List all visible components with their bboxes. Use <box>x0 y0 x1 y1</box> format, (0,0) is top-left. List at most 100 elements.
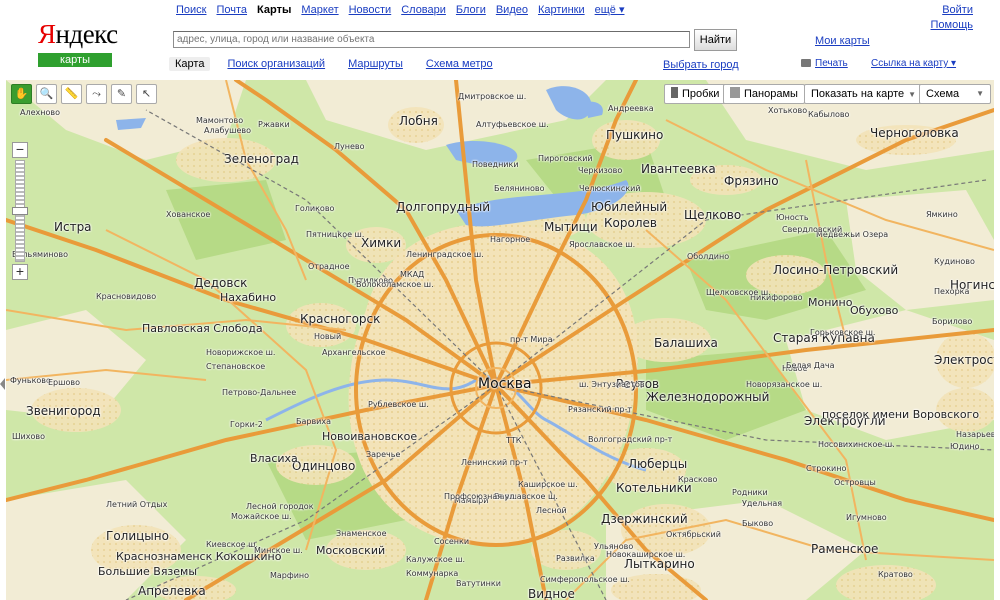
road-label: Симферопольское ш. <box>540 575 630 584</box>
city-label: Юбилейный <box>591 200 668 214</box>
road-label: Пятницкое ш. <box>306 230 365 239</box>
village-label: Пехорка <box>934 287 970 296</box>
city-label: Ивантеевка <box>641 162 716 176</box>
city-label: Видное <box>528 587 575 600</box>
topnav-item-3[interactable]: Маркет <box>301 4 338 16</box>
map-layer-dropdown[interactable]: Схема ▼ <box>919 84 991 104</box>
service-tabs: Карта Поиск организаций Маршруты Схема метр… <box>169 57 510 71</box>
road-label: Волоколамское ш. <box>356 280 434 289</box>
map-link-dropdown[interactable]: Ссылка на карту ▾ <box>871 58 956 69</box>
village-label: Ватутинки <box>456 579 501 588</box>
service-tab-2[interactable]: Маршруты <box>342 57 409 71</box>
city-label: Химки <box>361 236 402 250</box>
map-canvas[interactable]: Москва Зеленоград Лобня Пушкино Черноголовка… <box>6 80 994 600</box>
city-label: Королев <box>604 216 657 230</box>
zoom-slider[interactable] <box>12 160 28 262</box>
city-label: Черноголовка <box>870 126 959 140</box>
left-panel-toggle-icon[interactable] <box>0 378 5 390</box>
town-label: Большие Вяземы <box>98 565 198 578</box>
village-label: Петрово-Дальнее <box>222 388 297 397</box>
road-label: Профсоюзная ул. <box>444 492 517 501</box>
print-link[interactable]: Печать <box>801 58 848 69</box>
road-label: пр-т Мира <box>510 335 553 344</box>
zoom-in-button[interactable]: + <box>12 264 28 280</box>
city-label: Апрелевка <box>138 584 206 598</box>
road-label: Рязанский пр-т <box>568 405 633 414</box>
city-label: Дедовск <box>194 276 248 290</box>
road-label: ш. Энтузиастов <box>579 380 645 389</box>
road-label: Щелковское ш. <box>706 288 771 297</box>
service-tab-0[interactable]: Карта <box>169 57 211 71</box>
top-navigation: Поиск Почта Карты Маркет Новости Словари Блоги… <box>176 3 634 16</box>
login-link[interactable]: Войти <box>931 3 973 18</box>
road-label: ТТК <box>506 436 522 445</box>
road-label: Каширское ш. <box>518 480 578 489</box>
road-label: Носовихинское ш. <box>818 440 895 449</box>
auth-links: Войти Помощь <box>931 3 974 33</box>
topnav-item-4[interactable]: Новости <box>349 4 392 16</box>
city-label: Лосино-Петровский <box>773 263 899 277</box>
pointer-icon[interactable]: ↖ <box>136 84 157 104</box>
route-icon[interactable]: ⤳ <box>86 84 107 104</box>
city-label: Фрязино <box>724 174 779 188</box>
choose-city-link[interactable]: Выбрать город <box>663 59 739 71</box>
topnav-item-8[interactable]: Картинки <box>538 4 585 16</box>
help-link[interactable]: Помощь <box>931 18 974 33</box>
village-label: Знаменское <box>336 529 387 538</box>
city-label: Голицыно <box>106 529 169 543</box>
topnav-more-dropdown[interactable]: ещё ▾ <box>595 4 625 16</box>
topnav-item-7[interactable]: Видео <box>496 4 528 16</box>
village-label: Заречье <box>366 450 401 459</box>
drag-hand-icon[interactable]: ✋ <box>11 84 32 104</box>
print-label[interactable]: Печать <box>815 58 848 69</box>
yandex-logo[interactable]: Яндекс карты <box>38 19 118 70</box>
logo-letter: Я <box>38 19 56 49</box>
village-label: Шихово <box>12 432 45 441</box>
village-label: Удельная <box>742 499 783 508</box>
village-label: Кудиново <box>934 257 975 266</box>
city-label: Раменское <box>811 542 879 556</box>
road-label: Ярославское ш. <box>569 240 636 249</box>
service-tab-1[interactable]: Поиск организаций <box>221 57 331 71</box>
my-maps-link[interactable]: Мои карты <box>815 35 870 47</box>
road-label: Дмитровское ш. <box>458 92 527 101</box>
village-label: Родники <box>732 488 768 497</box>
zoom-area-icon[interactable]: 🔍 <box>36 84 57 104</box>
village-label: Поведники <box>472 160 519 169</box>
balloon-icon[interactable]: ✎ <box>111 84 132 104</box>
topnav-item-6[interactable]: Блоги <box>456 4 486 16</box>
village-label: Октябрьский <box>666 530 721 539</box>
village-label: Красково <box>678 475 718 484</box>
road-label: Минское ш. <box>254 546 303 555</box>
village-label: Новый <box>314 332 342 341</box>
search-button[interactable]: Найти <box>694 29 737 51</box>
zoom-out-button[interactable]: − <box>12 142 28 158</box>
village-label: Голиково <box>295 204 335 213</box>
topnav-item-0[interactable]: Поиск <box>176 4 206 16</box>
village-label: Хотьково <box>768 106 808 115</box>
city-label: Железнодорожный <box>646 390 770 404</box>
service-tab-3[interactable]: Схема метро <box>420 57 499 71</box>
ruler-icon[interactable]: 📏 <box>61 84 82 104</box>
town-label: Нахабино <box>220 291 277 304</box>
village-label: Юность <box>776 213 809 222</box>
show-on-map-label: Показать на карте <box>811 88 905 100</box>
town-label: поселок имени Воровского <box>822 408 980 421</box>
city-label: Балашиха <box>654 336 718 350</box>
traffic-button[interactable]: Пробки <box>664 84 727 104</box>
panoramas-button[interactable]: Панорамы <box>723 84 805 104</box>
village-label: Луневo <box>334 142 365 151</box>
topnav-item-1[interactable]: Почта <box>216 4 247 16</box>
village-label: Беляниново <box>494 184 545 193</box>
village-label: Пироговский <box>538 154 593 163</box>
city-label: Мытищи <box>544 220 598 234</box>
village-label: Быково <box>742 519 774 528</box>
road-label: Можайское ш. <box>231 512 292 521</box>
show-on-map-dropdown[interactable]: Показать на карте ▼ <box>804 84 924 104</box>
zoom-slider-thumb[interactable] <box>12 207 28 215</box>
search-input[interactable] <box>173 31 690 48</box>
village-label: Отрадное <box>308 262 350 271</box>
village-label: Оболдино <box>687 252 730 261</box>
topnav-item-5[interactable]: Словари <box>401 4 446 16</box>
city-label: Лыткарино <box>624 557 695 571</box>
